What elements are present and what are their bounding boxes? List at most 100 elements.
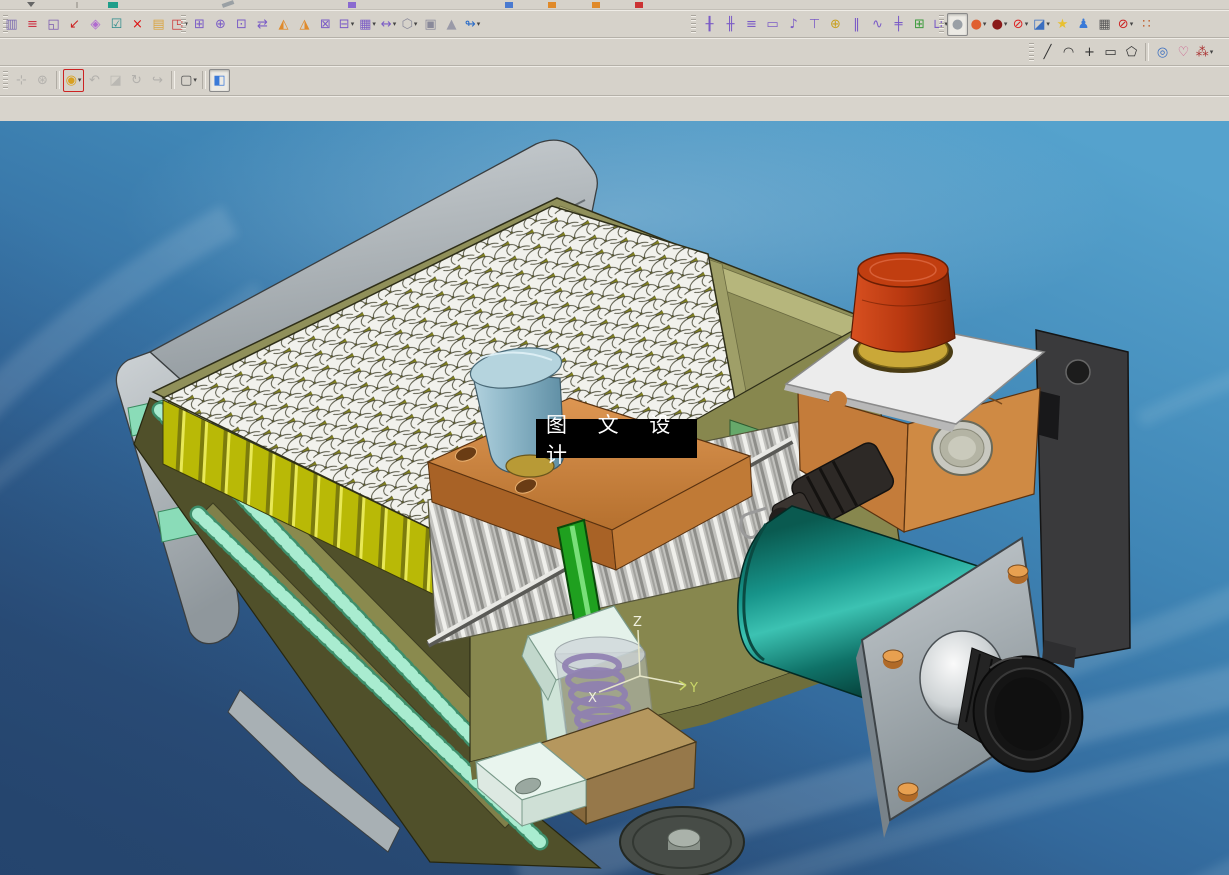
wave-link-icon[interactable]: ↬ ▾ xyxy=(462,13,483,36)
toolbar-row-3: ⊹ ⊛ ◉ ▾ ↶ ◪ ↻ ↪ ▢ ▾ ◧ xyxy=(0,66,1229,96)
sequence-icon[interactable]: ▦ ▾ xyxy=(357,13,378,36)
flywheel-disc[interactable] xyxy=(619,806,745,875)
grid-icon[interactable]: ▦ xyxy=(1094,13,1115,36)
shaded-box-icon[interactable]: ◧ xyxy=(209,68,230,92)
bolt-icon-glyph: ╂ xyxy=(705,16,714,32)
drag-component-icon[interactable]: ⊡ xyxy=(231,13,252,36)
toolbar-grip[interactable] xyxy=(939,15,944,33)
component-lock-icon[interactable]: ⊛ xyxy=(32,69,53,92)
clipped-toolbar-row xyxy=(0,0,1229,10)
disc-hub xyxy=(667,828,701,848)
polygon-icon-glyph: ⬠ xyxy=(1125,44,1138,60)
dropdown-caret[interactable]: ▾ xyxy=(351,20,355,28)
screw-icon-glyph: ⊤ xyxy=(808,16,821,32)
toolbar-grip[interactable] xyxy=(691,15,696,33)
exploded-view-icon[interactable]: ⊟ ▾ xyxy=(336,13,357,36)
wireframe-icon[interactable]: ● ▾ xyxy=(989,13,1010,36)
mirror-assembly-icon[interactable]: ◭ xyxy=(273,13,294,36)
clipped-icon-fragment xyxy=(27,2,35,7)
snap-point-icon[interactable]: ⊹ xyxy=(11,69,32,92)
open-group-icon[interactable]: ▤ xyxy=(148,13,169,36)
wheel-icon[interactable]: ⊕ xyxy=(825,13,846,36)
view-orient-icon[interactable]: ◱ xyxy=(43,13,64,36)
toolbar-grip[interactable] xyxy=(181,15,186,33)
bounding-box-icon[interactable]: ▣ xyxy=(420,13,441,36)
panel-icon-glyph: ▭ xyxy=(766,16,779,32)
post-icon[interactable]: ‖ xyxy=(846,13,867,36)
dropdown-caret[interactable]: ▾ xyxy=(393,20,397,28)
toolbar-grip[interactable] xyxy=(1029,43,1034,61)
note-icon[interactable]: ♪ xyxy=(783,13,804,36)
toolbar-group-sketch-curves: ╱ ◠ + ▭ ⬠ ◎ ♡ ⁂ ▾ xyxy=(1028,40,1215,64)
cad-application-window: { "toolbars": { "row1": {"groups": [ {"n… xyxy=(0,0,1229,875)
graphics-viewport[interactable]: Z X Y xyxy=(0,121,1229,875)
emergency-stop-button[interactable] xyxy=(850,252,956,373)
panel-icon[interactable]: ▭ xyxy=(762,13,783,36)
pyramid-icon[interactable]: ▲ xyxy=(441,13,462,36)
toolbar-grip[interactable] xyxy=(3,71,8,89)
package-icon[interactable]: ⊞ xyxy=(909,13,930,36)
point-set-icon[interactable]: ⁂ ▾ xyxy=(1194,41,1215,64)
redo-arrow-icon[interactable]: ↪ xyxy=(147,69,168,92)
black-bracket[interactable] xyxy=(1035,329,1131,668)
clipped-left-icon[interactable]: ▥ xyxy=(1,13,22,36)
dropdown-caret[interactable]: ▾ xyxy=(1210,48,1214,56)
dropdown-caret[interactable]: ▾ xyxy=(1130,20,1134,28)
profile-stack-icon[interactable]: ≡ xyxy=(741,13,762,36)
law-curve-icon[interactable]: ♡ xyxy=(1173,41,1194,64)
clipped-right-icon[interactable]: ∷ xyxy=(1136,13,1157,36)
highlight-icon[interactable]: ★ xyxy=(1052,13,1073,36)
move-component-icon[interactable]: ⊞ xyxy=(189,13,210,36)
screw-icon[interactable]: ⊤ xyxy=(804,13,825,36)
dropdown-caret[interactable]: ▾ xyxy=(78,76,82,84)
bolt-icon[interactable]: ╂ xyxy=(699,13,720,36)
spring-curve-icon[interactable]: ∿ xyxy=(867,13,888,36)
selection-scope-icon[interactable]: ◉ ▾ xyxy=(63,68,84,92)
delete-icon[interactable]: × xyxy=(127,13,148,36)
section-hex-icon[interactable]: ⬡ ▾ xyxy=(399,13,420,36)
background-icon[interactable]: ◪ ▾ xyxy=(1031,13,1052,36)
undo-icon[interactable]: ↶ xyxy=(84,69,105,92)
marquee-select-icon[interactable]: ▢ ▾ xyxy=(178,69,199,92)
avatar-icon[interactable]: ♟ xyxy=(1073,13,1094,36)
polygon-icon[interactable]: ⬠ xyxy=(1121,41,1142,64)
pattern-component-icon[interactable]: ◮ xyxy=(294,13,315,36)
assembly-constraint-icon[interactable]: ⊕ xyxy=(210,13,231,36)
dropdown-caret[interactable]: ▾ xyxy=(1004,20,1008,28)
dropdown-caret[interactable]: ▾ xyxy=(983,20,987,28)
layers-icon[interactable]: ≡ xyxy=(22,13,43,36)
dropdown-caret[interactable]: ▾ xyxy=(1046,20,1050,28)
no-show-icon[interactable]: ⊘ ▾ xyxy=(1115,13,1136,36)
replace-component-icon[interactable]: ⇄ xyxy=(252,13,273,36)
shaded-mode-icon[interactable]: ● xyxy=(947,12,968,36)
rectangle-icon[interactable]: ▭ xyxy=(1100,41,1121,64)
dropdown-caret[interactable]: ▾ xyxy=(1025,20,1029,28)
clipped-icon-fragment xyxy=(548,2,556,8)
dropdown-caret[interactable]: ▾ xyxy=(193,76,197,84)
sketch-check-icon[interactable]: ☑ xyxy=(106,13,127,36)
toolbar-group-file-edit: ▥ ≡ ◱ ↙ ◈ ☑ × ▤ ◳ ▾ xyxy=(2,12,190,36)
toolbar-separator xyxy=(171,71,175,89)
viewport-3d-scene[interactable]: Z X Y xyxy=(0,121,1229,875)
no-snap-icon[interactable]: ⊘ ▾ xyxy=(1010,13,1031,36)
line-icon[interactable]: ╱ xyxy=(1037,41,1058,64)
dropdown-caret[interactable]: ▾ xyxy=(372,20,376,28)
highlight-icon-glyph: ★ xyxy=(1056,16,1069,32)
rivet-icon[interactable]: ╪ xyxy=(888,13,909,36)
move-face-icon[interactable]: ◈ xyxy=(85,13,106,36)
dropdown-caret[interactable]: ▾ xyxy=(414,20,418,28)
delete-component-icon-glyph: ⊠ xyxy=(320,16,331,32)
csys-arrow-icon[interactable]: ↙ xyxy=(64,13,85,36)
toolbar-group-connections: ╂╫≡▭♪⊤⊕‖∿╪⊞⊔▾ xyxy=(690,12,951,36)
plate-notch xyxy=(829,391,847,409)
rotate-view-icon[interactable]: ↻ xyxy=(126,69,147,92)
point-plus-icon[interactable]: + xyxy=(1079,41,1100,64)
dropdown-caret[interactable]: ▾ xyxy=(477,20,481,28)
erase-box-icon[interactable]: ◪ xyxy=(105,69,126,92)
measure-icon[interactable]: ↔ ▾ xyxy=(378,13,399,36)
shaded-edges-icon[interactable]: ● ▾ xyxy=(968,13,989,36)
arc-icon[interactable]: ◠ xyxy=(1058,41,1079,64)
delete-component-icon[interactable]: ⊠ xyxy=(315,13,336,36)
stud-icon[interactable]: ╫ xyxy=(720,13,741,36)
helix-icon[interactable]: ◎ xyxy=(1152,41,1173,64)
